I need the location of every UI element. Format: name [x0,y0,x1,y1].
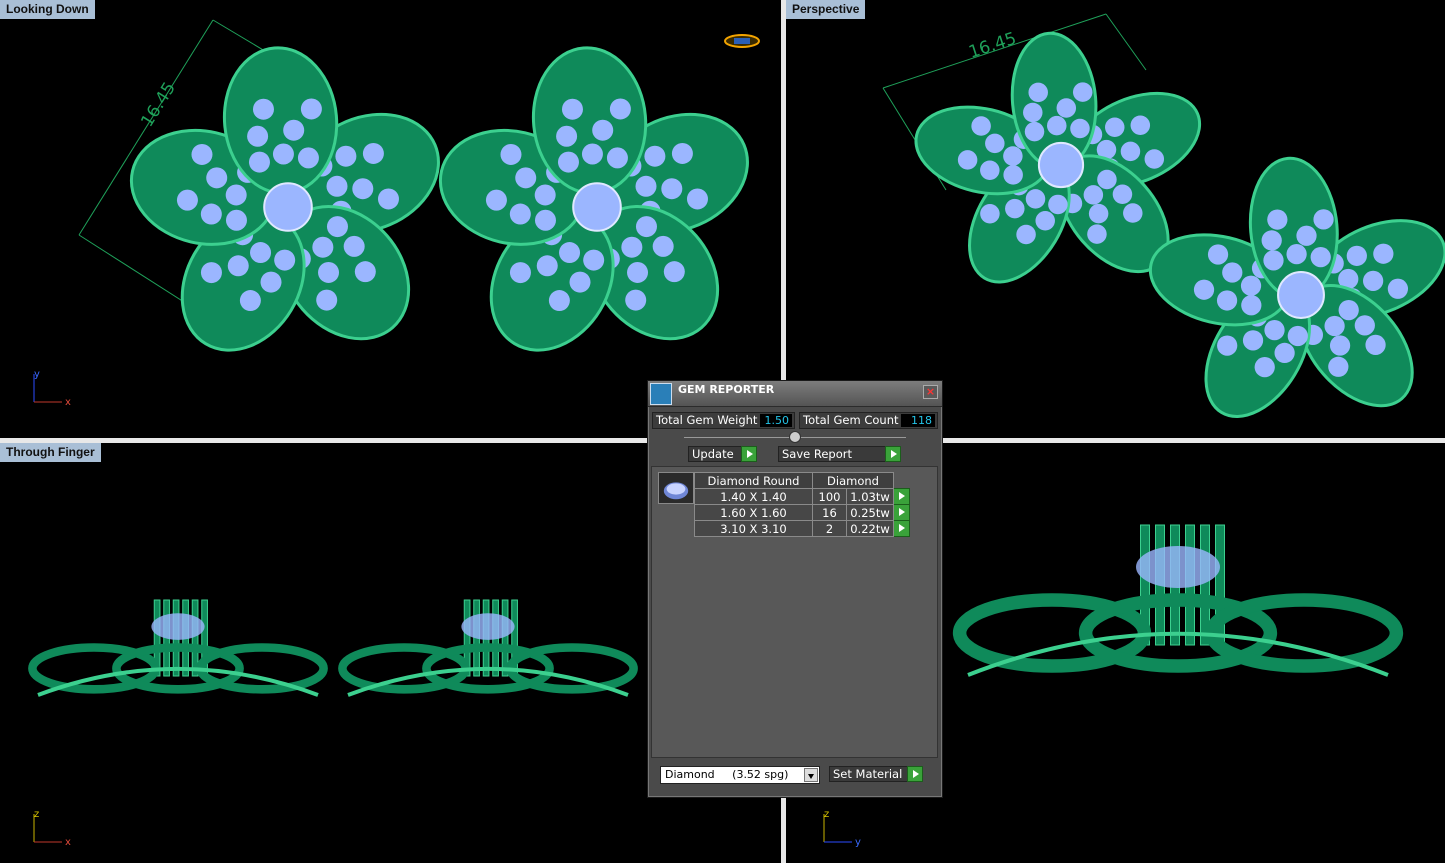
dimension-text: 16.45 [137,79,180,131]
gem-weight: 1.03tw [846,488,894,505]
viewport-label-through-finger[interactable]: Through Finger [0,443,101,462]
play-arrow-icon[interactable] [885,446,901,462]
chevron-down-icon[interactable] [804,768,818,782]
close-icon[interactable]: × [923,385,938,399]
viewport-perspective[interactable]: 16.45 Perspective [786,0,1445,438]
set-material-button-label: Set Material [833,767,903,781]
play-arrow-icon[interactable] [741,446,757,462]
total-gem-weight-field: Total Gem Weight 1.50 [652,412,795,429]
axis-x-label: x [65,397,71,408]
table-row[interactable]: 1.40 X 1.40 100 1.03tw [694,488,910,505]
earring-model [1148,156,1445,418]
gem-size: 1.40 X 1.40 [694,488,813,505]
total-gem-weight-label: Total Gem Weight [656,413,758,427]
axis-x-label: x [65,837,71,848]
dialog-title-bar[interactable]: GEM REPORTER × [648,381,942,407]
total-gem-weight-value: 1.50 [760,414,792,427]
perspective-scene: 16.45 [882,13,1445,418]
update-button-label: Update [692,447,734,461]
nav-cube-icon[interactable] [722,32,762,50]
gem-count: 2 [812,520,847,537]
viewport-label-looking-down[interactable]: Looking Down [0,0,95,19]
axis-indicator-xz: z x [33,809,71,848]
gem-size: 1.60 X 1.60 [694,504,813,521]
gem-size: 3.10 X 3.10 [694,520,813,537]
total-gem-count-field: Total Gem Count 118 [799,412,938,429]
top-view-scene: 16.45 [78,19,749,352]
axis-indicator-yz: z y [823,809,861,848]
dialog-title: GEM REPORTER [678,383,775,396]
table-row[interactable]: 3.10 X 3.10 2 0.22tw [694,520,910,537]
earring-side-model [952,524,1404,677]
table-row[interactable]: 1.60 X 1.60 16 0.25tw [694,504,910,521]
axis-y-label: y [855,837,861,848]
material-select-value: Diamond (3.52 spg) [665,768,789,781]
viewport-label-perspective[interactable]: Perspective [786,0,866,19]
diamond-round-thumbnail-icon[interactable] [658,472,694,504]
axis-z-label: z [824,809,829,820]
axis-z-label: z [34,809,39,820]
axis-indicator-xy: y x [33,369,71,408]
gem-weight: 0.22tw [846,520,894,537]
update-button[interactable]: Update [688,446,757,462]
set-material-button[interactable]: Set Material [829,766,923,782]
play-arrow-icon[interactable] [893,488,910,505]
viewport-looking-down[interactable]: 16.45 Looking Down y x [0,0,781,438]
material-select[interactable]: Diamond (3.52 spg) [660,766,820,784]
header-shape: Diamond Round [694,472,813,489]
dialog-slider-knob[interactable] [789,431,801,443]
earring-model [438,46,749,352]
dimension-text: 16.45 [966,29,1018,63]
gem-table: Diamond Round Diamond 1.40 X 1.40 100 1.… [694,472,910,537]
total-gem-count-value: 118 [901,414,935,427]
save-report-button-label: Save Report [782,447,853,461]
gem-weight: 0.25tw [846,504,894,521]
play-arrow-icon[interactable] [893,520,910,537]
play-arrow-icon[interactable] [907,766,923,782]
dimension-extension [1105,13,1147,71]
gem-count: 100 [812,488,847,505]
gem-reporter-dialog: GEM REPORTER × Total Gem Weight 1.50 Tot… [647,380,943,798]
save-report-button[interactable]: Save Report [778,446,901,462]
axis-y-label: y [34,369,40,380]
play-arrow-icon[interactable] [893,504,910,521]
gem-table-header: Diamond Round Diamond [694,472,910,489]
earring-side-model [28,599,328,697]
earring-side-model [338,599,638,697]
gem-reporter-logo-icon [650,383,672,405]
header-material: Diamond [812,472,894,489]
total-gem-count-label: Total Gem Count [803,413,899,427]
gem-list-panel[interactable]: Diamond Round Diamond 1.40 X 1.40 100 1.… [651,466,938,758]
gem-count: 16 [812,504,847,521]
